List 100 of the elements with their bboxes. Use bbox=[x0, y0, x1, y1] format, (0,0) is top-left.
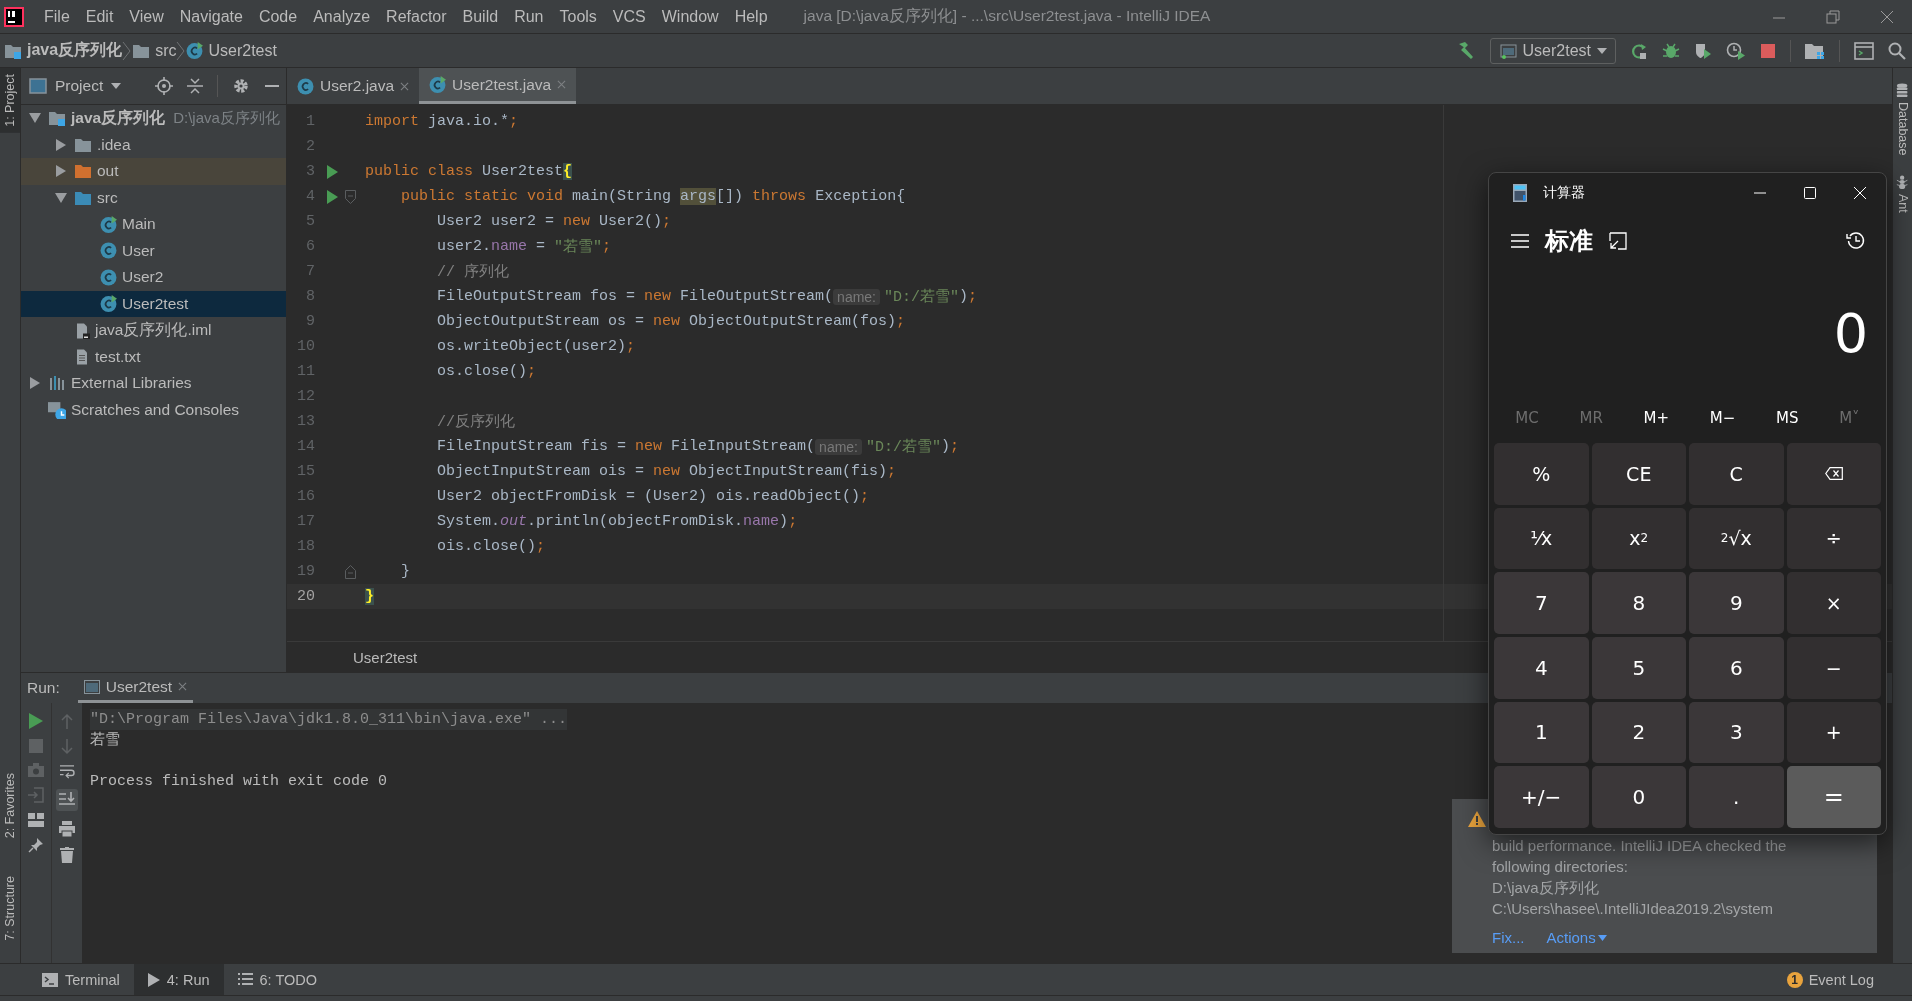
fold-end-icon[interactable] bbox=[344, 564, 356, 579]
bug-icon[interactable] bbox=[1662, 41, 1680, 60]
menu-icon[interactable] bbox=[1511, 234, 1529, 248]
tool-window-button[interactable]: Ant bbox=[1895, 173, 1910, 213]
tool-window-tab[interactable]: Terminal bbox=[28, 964, 134, 995]
collapse-all-icon[interactable] bbox=[187, 78, 204, 94]
collapse-arrow-icon[interactable] bbox=[29, 113, 41, 124]
menu-item[interactable]: View bbox=[121, 7, 172, 26]
tree-item[interactable]: Main bbox=[21, 211, 286, 238]
settings-icon[interactable] bbox=[232, 77, 251, 95]
tree-item[interactable]: User2test bbox=[21, 290, 286, 317]
menu-item[interactable]: Edit bbox=[77, 7, 122, 26]
menu-item[interactable]: Refactor bbox=[378, 7, 455, 26]
digit-key[interactable]: 3 bbox=[1689, 701, 1784, 764]
run-configuration-dropdown[interactable]: User2test bbox=[1489, 37, 1616, 64]
tree-item[interactable]: User2 bbox=[21, 264, 286, 291]
operator-key[interactable]: % bbox=[1494, 443, 1589, 505]
tree-item[interactable]: .idea bbox=[21, 131, 286, 158]
expand-arrow-icon[interactable] bbox=[56, 138, 66, 151]
digit-key[interactable]: 1 bbox=[1494, 701, 1589, 764]
digit-key[interactable]: +/− bbox=[1494, 766, 1589, 828]
expand-arrow-icon[interactable] bbox=[56, 165, 66, 178]
search-icon[interactable] bbox=[1888, 41, 1906, 60]
tree-item[interactable]: java反序列化 D:\java反序列化 bbox=[21, 105, 286, 132]
fold-icon[interactable] bbox=[344, 189, 356, 204]
digit-key[interactable]: 5 bbox=[1591, 637, 1686, 699]
notification-link[interactable]: Actions bbox=[1546, 929, 1607, 946]
event-log-button[interactable]: 1 Event Log bbox=[1786, 971, 1874, 988]
tool-window-button[interactable]: 2: Favorites bbox=[0, 767, 20, 845]
operator-key[interactable]: ⅟x bbox=[1494, 507, 1589, 570]
pin-icon[interactable] bbox=[28, 837, 44, 854]
menu-item[interactable]: Code bbox=[250, 7, 306, 26]
expand-arrow-icon[interactable] bbox=[30, 377, 40, 390]
tool-window-button[interactable]: Database bbox=[1895, 82, 1910, 156]
tree-item[interactable]: src bbox=[21, 184, 286, 211]
tree-item[interactable]: out bbox=[21, 158, 286, 185]
digit-key[interactable]: 2 bbox=[1591, 701, 1686, 764]
operator-key[interactable]: × bbox=[1786, 572, 1881, 634]
run-gutter-icon[interactable] bbox=[326, 189, 338, 204]
operator-key[interactable]: + bbox=[1786, 701, 1881, 764]
tool-window-button[interactable]: 1: Project bbox=[0, 68, 20, 133]
digit-key[interactable]: 0 bbox=[1591, 766, 1686, 828]
digit-key[interactable]: 7 bbox=[1494, 572, 1589, 634]
menu-item[interactable]: VCS bbox=[604, 7, 654, 26]
digit-key[interactable]: 8 bbox=[1591, 572, 1686, 634]
history-icon[interactable] bbox=[1846, 231, 1866, 251]
digit-key[interactable]: 4 bbox=[1494, 637, 1589, 699]
editor-tab[interactable]: User2.java bbox=[287, 68, 420, 104]
menu-item[interactable]: Build bbox=[454, 7, 507, 26]
project-view-dropdown[interactable]: Project bbox=[29, 77, 122, 95]
window-icon[interactable] bbox=[1854, 41, 1874, 60]
tree-item[interactable]: Scratches and Consoles bbox=[21, 396, 286, 423]
tool-window-tab[interactable]: 4: Run bbox=[133, 964, 224, 995]
operator-key[interactable]: C bbox=[1689, 443, 1784, 505]
tool-window-button[interactable]: 7: Structure bbox=[0, 870, 20, 947]
print-icon[interactable] bbox=[59, 821, 75, 838]
soft-wrap-icon[interactable] bbox=[59, 765, 75, 780]
menu-item[interactable]: Help bbox=[726, 7, 776, 26]
operator-key[interactable]: ÷ bbox=[1786, 507, 1881, 570]
menu-item[interactable]: File bbox=[36, 7, 78, 26]
memory-button[interactable]: M+ bbox=[1643, 409, 1670, 427]
operator-key[interactable]: x$^{2}$ bbox=[1591, 507, 1686, 570]
operator-key[interactable]: CE bbox=[1591, 443, 1686, 505]
trash-icon[interactable] bbox=[60, 847, 74, 864]
run-gutter-icon[interactable] bbox=[326, 164, 338, 179]
tree-item[interactable]: test.txt bbox=[21, 343, 286, 370]
menu-item[interactable]: Analyze bbox=[305, 7, 379, 26]
layout-icon[interactable] bbox=[28, 813, 44, 828]
keep-on-top-icon[interactable] bbox=[1609, 232, 1627, 250]
notification-link[interactable]: Fix... bbox=[1492, 929, 1525, 946]
run-icon[interactable] bbox=[29, 713, 43, 730]
editor-tab[interactable]: User2test.java bbox=[419, 68, 577, 104]
scroll-to-end-toggle[interactable] bbox=[56, 789, 78, 812]
locate-icon[interactable] bbox=[155, 77, 174, 95]
backspace-key[interactable] bbox=[1786, 443, 1881, 505]
tree-item[interactable]: User bbox=[21, 237, 286, 264]
tool-window-tab[interactable]: 6: TODO bbox=[223, 964, 331, 995]
breadcrumb-item[interactable]: src bbox=[132, 41, 177, 60]
breadcrumb-item[interactable]: java反序列化 bbox=[4, 40, 123, 61]
digit-key[interactable]: 6 bbox=[1689, 637, 1784, 699]
operator-key[interactable]: − bbox=[1786, 637, 1881, 699]
stop-icon[interactable] bbox=[1760, 42, 1776, 59]
menu-item[interactable]: Navigate bbox=[171, 7, 251, 26]
operator-key[interactable]: $^{2}$√x bbox=[1689, 507, 1784, 570]
memory-button[interactable]: M− bbox=[1709, 409, 1736, 427]
digit-key[interactable]: 9 bbox=[1689, 572, 1784, 634]
rerun-icon[interactable] bbox=[1630, 41, 1648, 60]
tree-item[interactable]: External Libraries bbox=[21, 370, 286, 397]
menu-item[interactable]: Tools bbox=[551, 7, 605, 26]
menu-item[interactable]: Run bbox=[506, 7, 552, 26]
memory-button[interactable]: MS bbox=[1776, 409, 1799, 427]
equals-key[interactable]: = bbox=[1786, 766, 1881, 828]
maximize-icon[interactable] bbox=[1804, 187, 1816, 199]
collapse-arrow-icon[interactable] bbox=[55, 192, 67, 203]
project-structure-icon[interactable] bbox=[1805, 41, 1825, 60]
breadcrumb-item[interactable]: User2test bbox=[186, 41, 277, 60]
clock-play-icon[interactable] bbox=[1726, 41, 1746, 60]
digit-key[interactable]: . bbox=[1689, 766, 1784, 828]
tree-item[interactable]: java反序列化.iml bbox=[21, 317, 286, 344]
shield-play-icon[interactable] bbox=[1694, 41, 1712, 60]
